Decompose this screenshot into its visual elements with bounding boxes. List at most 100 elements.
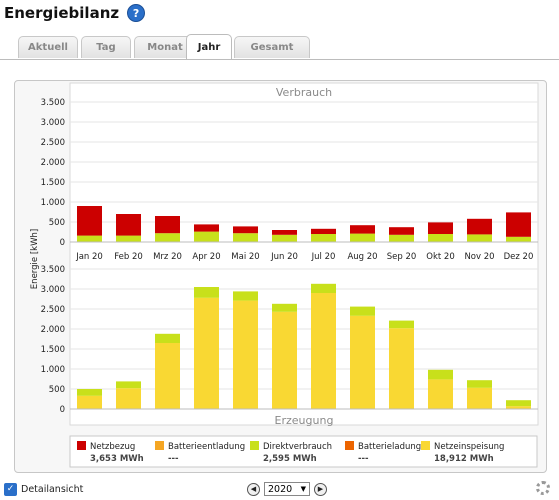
production-bar-direktverbrauch [233, 291, 258, 301]
page-header: Energiebilanz ? [4, 2, 146, 24]
x-tick-label: Jul 20 [311, 252, 336, 262]
x-tick-label: Mrz 20 [153, 252, 182, 262]
legend-swatch [155, 441, 164, 450]
year-select-value: 2020 [268, 483, 293, 495]
x-tick-label: Jan 20 [75, 252, 103, 262]
production-bar-netzeinspeisung [350, 315, 375, 409]
x-tick-label: Mai 20 [231, 252, 259, 262]
y-tick-label: 500 [49, 385, 65, 395]
chart-legend: Netzbezug 3,653 MWh Batterieentladung --- Di… [69, 435, 538, 468]
legend-swatch [77, 441, 86, 450]
consumption-bar-netzbezug [116, 214, 141, 236]
y-tick-label: 3.000 [41, 118, 65, 128]
legend-label: Direktverbrauch [263, 442, 332, 452]
prev-year-button[interactable]: ◀ [247, 482, 260, 496]
legend-swatch [421, 441, 430, 450]
consumption-bar-netzbezug [155, 216, 180, 234]
consumption-bar-direktverbrauch [77, 235, 102, 242]
y-tick-label: 3.500 [41, 265, 65, 275]
x-tick-label: Sep 20 [387, 252, 417, 262]
consumption-bar-netzbezug [272, 230, 297, 235]
production-bar-direktverbrauch [155, 333, 180, 343]
production-bar-direktverbrauch [506, 400, 531, 407]
year-select[interactable]: 2020 ▼ [264, 482, 310, 496]
tab-aktuell[interactable]: Aktuell [18, 36, 78, 58]
x-tick-label: Okt 20 [426, 252, 454, 262]
production-bar-netzeinspeisung [428, 379, 453, 409]
production-bar-netzeinspeisung [389, 328, 414, 409]
consumption-bar-netzbezug [77, 206, 102, 236]
consumption-title: Verbrauch [276, 86, 332, 99]
y-tick-label: 500 [49, 218, 65, 228]
consumption-bar-netzbezug [311, 228, 336, 234]
legend-value: --- [358, 454, 369, 464]
detail-view-toggle[interactable]: ✓ Detailansicht [4, 483, 83, 496]
legend-label: Netzbezug [90, 442, 135, 452]
consumption-bar-direktverbrauch [194, 231, 219, 242]
x-tick-label: Dez 20 [504, 252, 534, 262]
y-tick-label: 2.500 [41, 305, 65, 315]
year-navigator: ◀ 2020 ▼ ▶ [247, 482, 327, 496]
production-bar-direktverbrauch [77, 389, 102, 396]
energy-balance-chart: Verbrauch 3.500 3.000 2.500 2.000 1.500 1.000 5… [30, 82, 539, 468]
y-tick-label: 3.000 [41, 285, 65, 295]
consumption-bar-netzbezug [467, 218, 492, 235]
consumption-bar-direktverbrauch [272, 234, 297, 242]
production-bar-netzeinspeisung [311, 293, 336, 409]
production-bar-direktverbrauch [428, 369, 453, 380]
consumption-bar-direktverbrauch [311, 234, 336, 242]
production-bar-direktverbrauch [389, 320, 414, 329]
chart-container: Verbrauch 3.500 3.000 2.500 2.000 1.500 1.000 5… [14, 80, 547, 473]
x-tick-label: Aug 20 [347, 252, 377, 262]
tab-gesamt[interactable]: Gesamt [234, 36, 310, 58]
settings-gear-icon[interactable] [536, 481, 550, 495]
production-bar-direktverbrauch [194, 287, 219, 298]
y-tick-label: 1.500 [41, 345, 65, 355]
production-title: Erzeugung [275, 414, 334, 427]
production-bar-direktverbrauch [350, 306, 375, 316]
y-tick-label: 3.500 [41, 98, 65, 108]
y-tick-label: 2.500 [41, 138, 65, 148]
page-title: Energiebilanz [4, 4, 120, 22]
y-tick-label: 0 [60, 238, 65, 248]
detail-view-label: Detailansicht [21, 484, 84, 495]
help-icon[interactable]: ? [127, 4, 146, 22]
production-bar-direktverbrauch [272, 303, 297, 312]
legend-value: --- [168, 454, 179, 464]
x-tick-label: Nov 20 [464, 252, 494, 262]
x-tick-label: Feb 20 [114, 252, 143, 262]
next-year-button[interactable]: ▶ [314, 482, 327, 496]
legend-label: Batterieladung [358, 442, 421, 452]
legend-label: Batterieentladung [168, 442, 245, 452]
production-bar-netzeinspeisung [233, 300, 258, 409]
production-bar-direktverbrauch [467, 380, 492, 388]
production-bar-netzeinspeisung [155, 343, 180, 409]
y-tick-label: 0 [60, 405, 65, 415]
y-tick-label: 2.000 [41, 325, 65, 335]
production-bar-netzeinspeisung [194, 297, 219, 409]
consumption-bar-netzbezug [350, 225, 375, 234]
consumption-bar-direktverbrauch [467, 234, 492, 242]
production-bar-netzeinspeisung [272, 311, 297, 409]
y-tick-label: 1.000 [41, 198, 65, 208]
consumption-bar-netzbezug [428, 222, 453, 234]
x-tick-label: Apr 20 [192, 252, 220, 262]
production-bar-netzeinspeisung [116, 388, 141, 409]
production-bar-direktverbrauch [116, 381, 141, 389]
consumption-bar-direktverbrauch [116, 235, 141, 242]
consumption-bar-direktverbrauch [389, 234, 414, 242]
legend-value: 3,653 MWh [90, 454, 144, 464]
production-bar-direktverbrauch [311, 283, 336, 293]
detail-view-checkbox[interactable]: ✓ [4, 483, 17, 496]
y-axis-label: Energie [kWh] [30, 229, 40, 289]
y-tick-label: 2.000 [41, 158, 65, 168]
tab-jahr[interactable]: Jahr [186, 34, 232, 60]
y-tick-label: 1.000 [41, 365, 65, 375]
consumption-bar-netzbezug [389, 227, 414, 235]
consumption-bar-netzbezug [194, 224, 219, 232]
production-bar-netzeinspeisung [77, 395, 102, 409]
tab-tag[interactable]: Tag [81, 36, 131, 58]
legend-label: Netzeinspeisung [434, 442, 504, 452]
consumption-bar-direktverbrauch [233, 233, 258, 242]
consumption-bar-direktverbrauch [155, 233, 180, 242]
